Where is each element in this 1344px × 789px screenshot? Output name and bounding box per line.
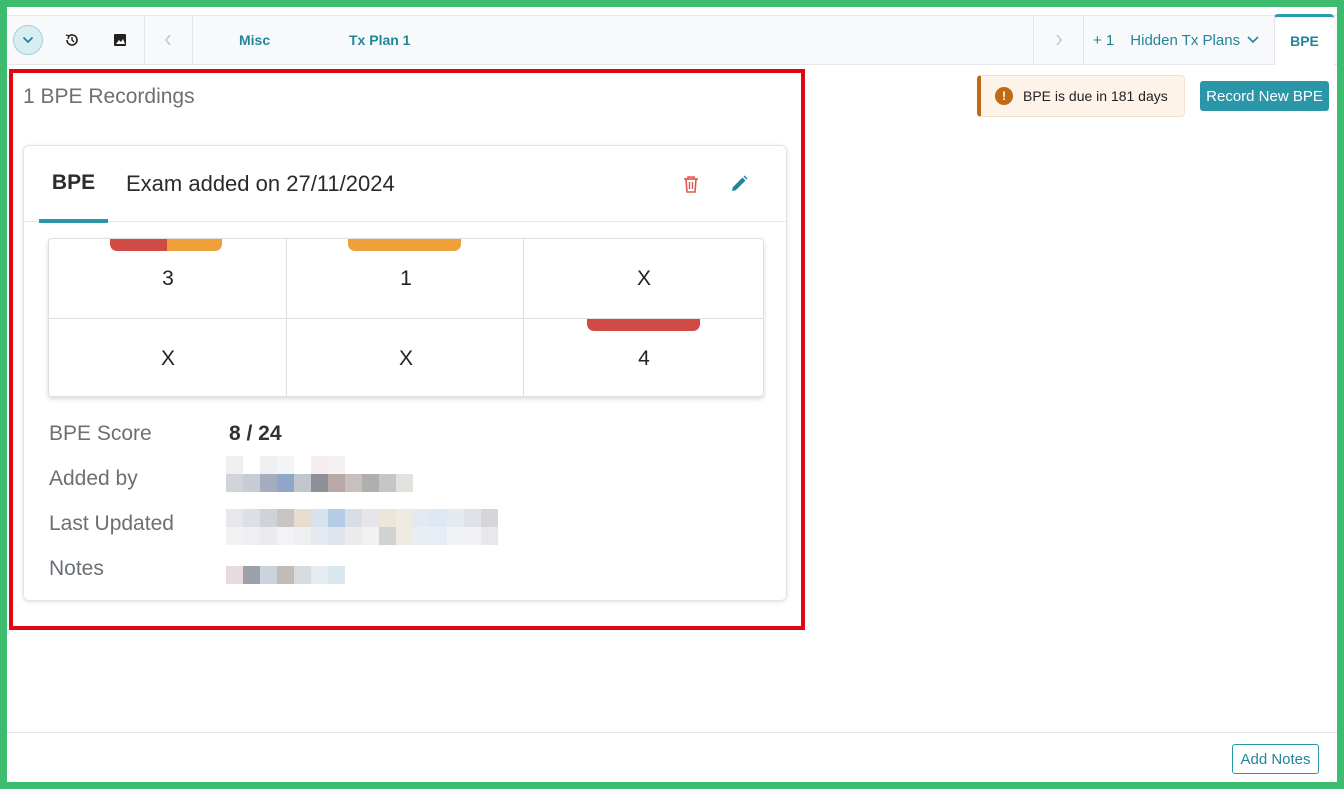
history-button[interactable] <box>57 16 87 64</box>
history-icon <box>65 34 78 46</box>
redacted-added-by <box>226 474 413 492</box>
trash-icon <box>684 176 698 193</box>
bpe-marker-upper-anterior <box>348 239 461 251</box>
bpe-marker-lower-left <box>587 319 700 331</box>
hidden-tx-plans-dropdown[interactable]: + 1 Hidden Tx Plans <box>1093 16 1260 64</box>
tab-misc[interactable]: Misc <box>239 16 270 64</box>
divider <box>1083 16 1084 64</box>
pencil-icon <box>732 175 748 191</box>
scroll-left-button[interactable] <box>150 16 186 64</box>
recordings-title: 1 BPE Recordings <box>23 85 195 108</box>
app-frame: Misc Tx Plan 1 + 1 Hidden Tx Plans BPE 1… <box>7 7 1337 782</box>
tab-bpe[interactable]: BPE <box>1274 14 1334 65</box>
card-header: BPE Exam added on 27/11/2024 <box>24 146 786 223</box>
redacted-last-updated <box>226 527 498 545</box>
bpe-due-text: BPE is due in 181 days <box>1023 88 1168 104</box>
divider <box>1033 16 1034 64</box>
chevron-left-icon <box>164 34 171 46</box>
tab-strip: Misc Tx Plan 1 + 1 Hidden Tx Plans BPE <box>7 14 1337 65</box>
card-tab-bpe[interactable]: BPE <box>39 146 108 223</box>
bpe-grid: 3 1 X X X 4 <box>48 238 764 397</box>
bpe-score-label: BPE Score <box>49 422 152 445</box>
add-notes-button[interactable]: Add Notes <box>1232 744 1319 774</box>
bpe-cell-upper-left: X <box>636 266 651 290</box>
delete-button[interactable] <box>677 170 705 198</box>
bpe-recording-card: BPE Exam added on 27/11/2024 3 1 X X X 4… <box>23 145 787 601</box>
footer-bar: Add Notes <box>7 732 1337 782</box>
redacted-added-by <box>226 456 345 474</box>
hidden-tx-plans-label: Hidden Tx Plans <box>1130 31 1241 49</box>
bpe-cell-lower-right: X <box>160 346 175 370</box>
collapse-toggle[interactable] <box>7 16 49 64</box>
image-icon <box>114 34 126 46</box>
record-new-bpe-button[interactable]: Record New BPE <box>1200 81 1329 111</box>
added-by-label: Added by <box>49 467 138 490</box>
divider <box>144 16 145 64</box>
redacted-last-updated <box>226 509 498 527</box>
warning-icon: ! <box>995 87 1013 105</box>
scroll-right-button[interactable] <box>1039 16 1079 64</box>
chevron-right-icon <box>1056 34 1063 46</box>
edit-button[interactable] <box>725 170 753 198</box>
images-button[interactable] <box>105 16 135 64</box>
hidden-count: + 1 <box>1093 31 1115 49</box>
bpe-cell-lower-anterior: X <box>398 346 413 370</box>
bpe-marker-upper-right <box>110 239 222 251</box>
bpe-due-alert: ! BPE is due in 181 days <box>977 75 1185 117</box>
last-updated-label: Last Updated <box>49 512 174 535</box>
tab-tx-plan-1[interactable]: Tx Plan 1 <box>349 16 410 64</box>
divider <box>192 16 193 64</box>
bpe-score-value: 8 / 24 <box>229 422 282 445</box>
chevron-down-icon <box>13 25 43 55</box>
notes-label: Notes <box>49 557 104 580</box>
exam-added-date: Exam added on 27/11/2024 <box>126 171 395 196</box>
chevron-down-icon <box>1247 36 1259 44</box>
redacted-notes <box>226 566 345 584</box>
